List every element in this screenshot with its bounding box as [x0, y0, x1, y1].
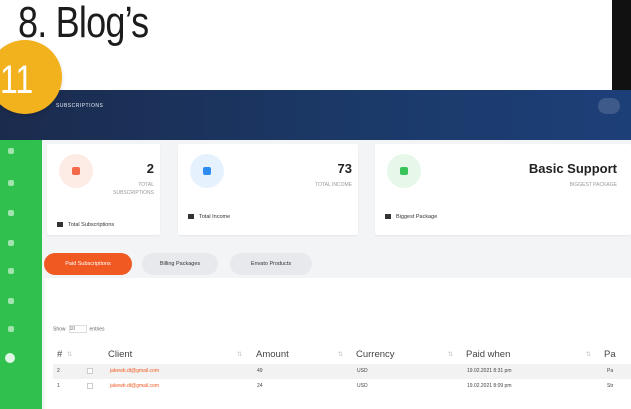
cell-pa: Str	[607, 383, 614, 389]
dashboard-icon[interactable]	[8, 148, 14, 154]
step-number: 11	[0, 58, 34, 102]
column-header-pa[interactable]: Pa	[604, 349, 616, 360]
slide: 8. Blog’s SUBSCRIPTIONS 2 TOTAL SUBSCRIPT…	[0, 0, 631, 409]
cell-client[interactable]: jakewb.dt@gmail.com	[110, 368, 159, 374]
cell-amount: 49	[257, 368, 263, 374]
column-header-number[interactable]: #	[57, 349, 62, 360]
dark-edge-block	[612, 0, 631, 100]
column-header-client[interactable]: Client	[108, 349, 132, 360]
card-label: TOTAL SUBSCRIPTIONS	[113, 182, 154, 196]
sidebar	[0, 140, 42, 409]
tools-icon[interactable]	[8, 326, 14, 332]
menu-icon[interactable]	[8, 180, 14, 186]
sort-icon[interactable]: ⇅	[586, 351, 591, 358]
table-header: # ⇅ Client ⇅ Amount ⇅ Currency ⇅ Paid wh…	[45, 349, 631, 363]
table-row[interactable]: 1 jakewb.dt@gmail.com 24 USD 19.02.2021 …	[53, 379, 631, 394]
app-screenshot: SUBSCRIPTIONS 2 TOTAL SUBSCRIPTIONS Total…	[0, 90, 631, 409]
card-label: BIGGEST PACKAGE	[569, 182, 617, 188]
subscriptions-icon	[59, 154, 93, 188]
cell-amount: 24	[257, 383, 263, 389]
users-icon[interactable]	[8, 268, 14, 274]
card-footer: Total Subscriptions	[57, 222, 114, 228]
column-header-currency[interactable]: Currency	[356, 349, 395, 360]
tab-envato-products[interactable]: Envato Products	[230, 253, 312, 275]
list-icon[interactable]	[8, 210, 14, 216]
column-header-paid-when[interactable]: Paid when	[466, 349, 510, 360]
tab-billing-packages[interactable]: Billing Packages	[142, 253, 218, 275]
income-icon	[190, 154, 224, 188]
sort-icon[interactable]: ⇅	[338, 351, 343, 358]
app-header: SUBSCRIPTIONS	[0, 90, 631, 140]
card-label: TOTAL INCOME	[315, 182, 352, 188]
sort-icon[interactable]: ⇅	[448, 351, 453, 358]
settings-icon[interactable]	[8, 240, 14, 246]
card-total-income: 73 TOTAL INCOME Total Income	[178, 144, 358, 235]
cell-paid-when: 19.02.2021 8:09 pm	[467, 383, 512, 389]
page-size-select[interactable]: 10	[68, 325, 87, 333]
cell-client[interactable]: jakewb.dt@gmail.com	[110, 383, 159, 389]
slide-title: 8. Blog’s	[18, 0, 149, 47]
sort-icon[interactable]: ⇅	[67, 351, 72, 358]
cell-currency: USD	[357, 383, 368, 389]
cell-paid-when: 19.02.2021 8:31 pm	[467, 368, 512, 374]
card-value: 73	[337, 161, 352, 176]
page-size-control: Show 10 entries	[53, 325, 105, 333]
chart-icon[interactable]	[8, 298, 14, 304]
card-footer: Total Income	[188, 214, 230, 220]
row-checkbox[interactable]	[87, 368, 93, 374]
cell-number: 1	[57, 383, 60, 389]
sort-icon[interactable]: ⇅	[237, 351, 242, 358]
row-checkbox[interactable]	[87, 383, 93, 389]
package-icon	[387, 154, 421, 188]
cell-pa: Pa	[607, 368, 614, 374]
card-biggest-package: Basic Support BIGGEST PACKAGE Biggest Pa…	[375, 144, 631, 235]
user-avatar[interactable]	[598, 98, 620, 114]
active-nav-icon[interactable]	[5, 353, 15, 363]
cell-currency: USD	[357, 368, 368, 374]
card-total-subscriptions: 2 TOTAL SUBSCRIPTIONS Total Subscriptions	[47, 144, 160, 235]
cell-number: 2	[57, 368, 60, 374]
column-header-amount[interactable]: Amount	[256, 349, 289, 360]
tab-paid-subscriptions[interactable]: Paid Subscriptions	[44, 253, 132, 275]
card-footer: Biggest Package	[385, 214, 437, 220]
card-value: Basic Support	[528, 161, 617, 176]
table-row[interactable]: 2 jakewb.dt@gmail.com 49 USD 19.02.2021 …	[53, 364, 631, 379]
header-title: SUBSCRIPTIONS	[56, 103, 104, 109]
subscriptions-table-panel: Show 10 entries # ⇅ Client ⇅ Amount ⇅ Curr…	[45, 278, 631, 409]
card-value: 2	[146, 161, 154, 176]
